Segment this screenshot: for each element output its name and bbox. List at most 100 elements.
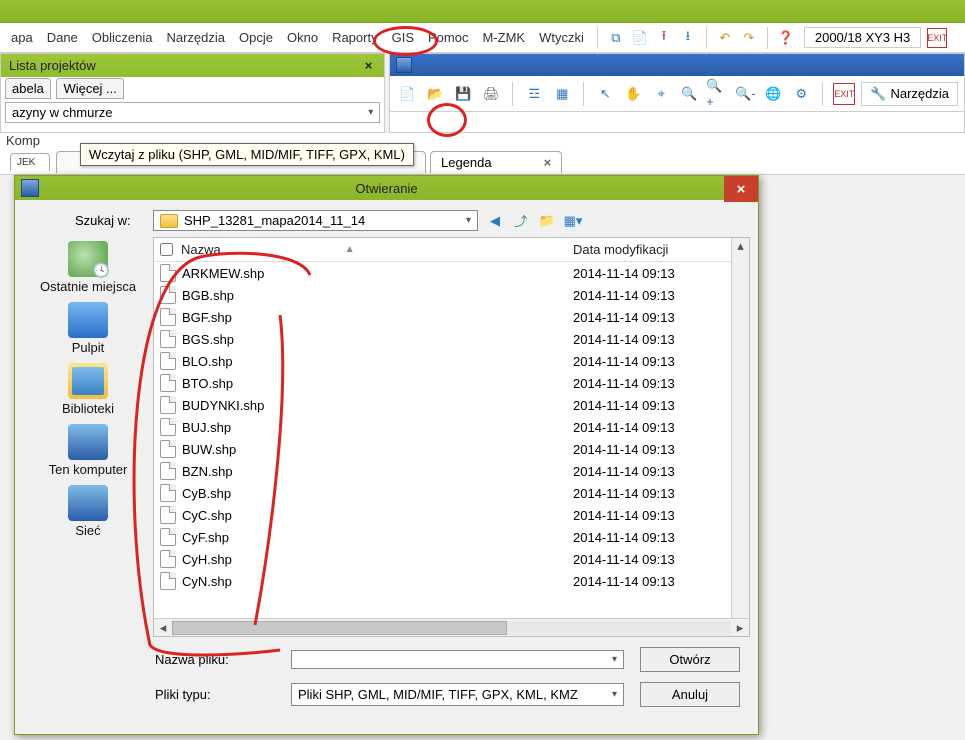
menu-mzmk[interactable]: M-ZMK <box>475 26 532 49</box>
exit2-icon[interactable]: EXIT <box>833 83 855 105</box>
file-row[interactable]: BUDYNKI.shp2014-11-14 09:13 <box>154 394 749 416</box>
back-icon[interactable]: ◀ <box>486 212 504 230</box>
place-libraries[interactable]: Biblioteki <box>62 363 114 416</box>
file-date: 2014-11-14 09:13 <box>573 266 743 281</box>
open-button[interactable]: Otwórz <box>640 647 740 672</box>
views-icon[interactable]: ▦▾ <box>564 212 582 230</box>
pointer-icon[interactable]: ↖ <box>594 83 616 105</box>
settings-icon[interactable]: ⚙ <box>790 83 812 105</box>
place-recent[interactable]: Ostatnie miejsca <box>40 241 136 294</box>
exit-icon[interactable]: EXIT <box>927 28 947 48</box>
menu-raporty[interactable]: Raporty <box>325 26 385 49</box>
file-icon <box>160 352 176 370</box>
zoom-in-icon[interactable]: 🔍+ <box>706 83 728 105</box>
file-row[interactable]: CyH.shp2014-11-14 09:13 <box>154 548 749 570</box>
pan-icon[interactable]: ✋ <box>622 83 644 105</box>
tools-button[interactable]: 🔧 Narzędzia <box>861 82 958 106</box>
menu-wtyczki[interactable]: Wtyczki <box>532 26 591 49</box>
file-name: ARKMEW.shp <box>182 266 573 281</box>
cloud-storage-combo[interactable]: azyny w chmurze ▾ <box>5 102 380 123</box>
scroll-thumb[interactable] <box>172 621 507 635</box>
scroll-up-icon[interactable]: ▴ <box>732 238 749 254</box>
place-desktop[interactable]: Pulpit <box>68 302 108 355</box>
file-row[interactable]: BGB.shp2014-11-14 09:13 <box>154 284 749 306</box>
globe-icon[interactable]: 🌐 <box>762 83 784 105</box>
horizontal-scrollbar[interactable]: ◂ ▸ <box>154 618 749 636</box>
menu-opcje[interactable]: Opcje <box>232 26 280 49</box>
tab-first[interactable]: JEK <box>10 153 50 171</box>
tools-label: Narzędzia <box>890 86 949 101</box>
tab-close-icon[interactable]: × <box>544 155 552 170</box>
viewer-app-icon <box>396 57 412 73</box>
zoom-extent-icon[interactable]: ⌖ <box>650 83 672 105</box>
dialog-close-button[interactable]: × <box>724 176 758 202</box>
up-folder-icon[interactable]: ⤴ <box>512 212 530 230</box>
file-list: ARKMEW.shp2014-11-14 09:13BGB.shp2014-11… <box>154 262 749 592</box>
zoom-window-icon[interactable]: 🔍 <box>678 83 700 105</box>
file-icon <box>160 506 176 524</box>
file-row[interactable]: CyC.shp2014-11-14 09:13 <box>154 504 749 526</box>
coord-system-label[interactable]: 2000/18 XY3 H3 <box>804 27 921 48</box>
file-row[interactable]: CyN.shp2014-11-14 09:13 <box>154 570 749 592</box>
undo-icon[interactable]: ↶ <box>715 28 735 48</box>
filetype-value: Pliki SHP, GML, MID/MIF, TIFF, GPX, KML,… <box>298 687 578 702</box>
file-name: BGF.shp <box>182 310 573 325</box>
file-icon <box>160 528 176 546</box>
menu-pomoc[interactable]: Pomoc <box>421 26 475 49</box>
look-in-combo[interactable]: SHP_13281_mapa2014_11_14 ▾ <box>153 210 478 231</box>
open-folder-icon[interactable]: 📂 <box>424 83 446 105</box>
menu-apa[interactable]: apa <box>4 26 40 49</box>
file-row[interactable]: CyF.shp2014-11-14 09:13 <box>154 526 749 548</box>
zoom-out-icon[interactable]: 🔍- <box>734 83 756 105</box>
file-name: BTO.shp <box>182 376 573 391</box>
tab-wiecej[interactable]: Więcej ... <box>56 78 123 99</box>
place-desktop-label: Pulpit <box>72 340 105 355</box>
place-network[interactable]: Sieć <box>68 485 108 538</box>
menu-okno[interactable]: Okno <box>280 26 325 49</box>
filetype-combo[interactable]: Pliki SHP, GML, MID/MIF, TIFF, GPX, KML,… <box>291 683 624 706</box>
project-list-close-icon[interactable]: × <box>361 58 377 73</box>
import-icon[interactable]: ⭳ <box>678 28 698 48</box>
file-row[interactable]: ARKMEW.shp2014-11-14 09:13 <box>154 262 749 284</box>
tab-abela[interactable]: abela <box>5 78 51 99</box>
file-row[interactable]: BGF.shp2014-11-14 09:13 <box>154 306 749 328</box>
viewer-toolbar: 📄 📂 💾 🖨 ☲ ▦ ↖ ✋ ⌖ 🔍 🔍+ 🔍- 🌐 ⚙ EXIT 🔧 Nar… <box>390 76 964 112</box>
menu-dane[interactable]: Dane <box>40 26 85 49</box>
file-row[interactable]: BUJ.shp2014-11-14 09:13 <box>154 416 749 438</box>
place-computer[interactable]: Ten komputer <box>49 424 128 477</box>
window-chrome-ribbon <box>0 0 965 23</box>
scroll-left-icon[interactable]: ◂ <box>154 620 172 636</box>
paste-icon[interactable]: 📄 <box>630 28 650 48</box>
copy-icon[interactable]: ⧉ <box>606 28 626 48</box>
redo-icon[interactable]: ↷ <box>739 28 759 48</box>
file-row[interactable]: BLO.shp2014-11-14 09:13 <box>154 350 749 372</box>
chevron-down-icon: ▾ <box>612 654 617 665</box>
new-icon[interactable]: 📄 <box>396 83 418 105</box>
file-row[interactable]: CyB.shp2014-11-14 09:13 <box>154 482 749 504</box>
file-name: CyC.shp <box>182 508 573 523</box>
file-row[interactable]: BTO.shp2014-11-14 09:13 <box>154 372 749 394</box>
file-date: 2014-11-14 09:13 <box>573 552 743 567</box>
tab-legend[interactable]: Legenda × <box>430 151 562 173</box>
help-icon[interactable]: ❓ <box>776 28 796 48</box>
menu-obliczenia[interactable]: Obliczenia <box>85 26 160 49</box>
layers-icon[interactable]: ☲ <box>523 83 545 105</box>
menu-gis[interactable]: GIS <box>385 26 421 49</box>
vertical-scrollbar[interactable]: ▴ <box>731 238 749 618</box>
select-all-checkbox[interactable] <box>160 243 173 256</box>
menu-narzedzia[interactable]: Narzędzia <box>159 26 232 49</box>
save-icon[interactable]: 💾 <box>452 83 474 105</box>
file-row[interactable]: BUW.shp2014-11-14 09:13 <box>154 438 749 460</box>
file-list-header[interactable]: Nazwa ▲ Data modyfikacji <box>154 238 749 262</box>
new-folder-icon[interactable]: 📁 <box>538 212 556 230</box>
cancel-button[interactable]: Anuluj <box>640 682 740 707</box>
file-row[interactable]: BGS.shp2014-11-14 09:13 <box>154 328 749 350</box>
chevron-down-icon: ▾ <box>612 689 617 700</box>
print-icon[interactable]: 🖨 <box>480 83 502 105</box>
file-icon <box>160 396 176 414</box>
grid-icon[interactable]: ▦ <box>551 83 573 105</box>
filename-input[interactable]: ▾ <box>291 650 624 669</box>
scroll-right-icon[interactable]: ▸ <box>731 620 749 636</box>
file-row[interactable]: BZN.shp2014-11-14 09:13 <box>154 460 749 482</box>
export-icon[interactable]: ⭱ <box>654 28 674 48</box>
